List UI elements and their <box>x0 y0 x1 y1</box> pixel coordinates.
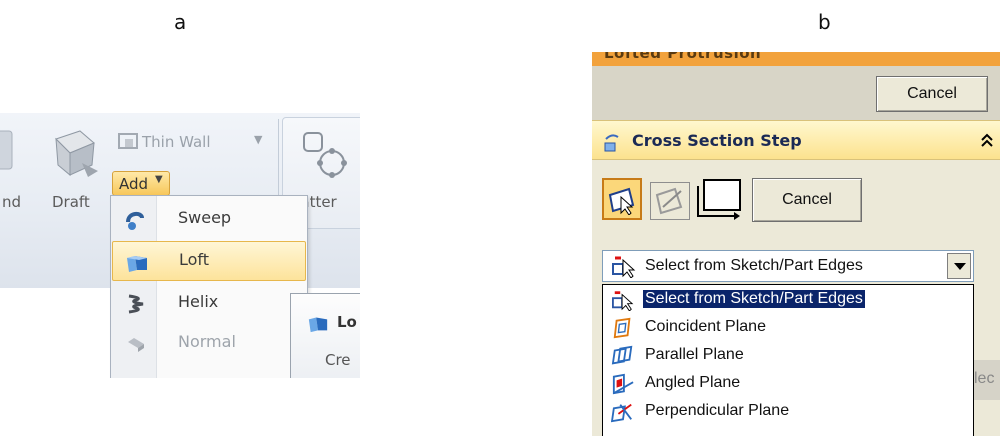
parallel-plane-icon <box>611 345 633 365</box>
pattern-icon[interactable] <box>298 129 356 183</box>
cancel-label: Cancel <box>907 85 957 102</box>
list-item-label: Perpendicular Plane <box>645 402 790 419</box>
draft-label[interactable]: Draft <box>52 193 90 211</box>
loft-dialog: Lofted Protrusion Cancel Cross Section S… <box>592 52 1000 436</box>
menu-item-normal[interactable]: Normal <box>112 324 306 364</box>
thin-wall-icon <box>118 133 138 149</box>
tooltip-title: Lo <box>337 313 357 331</box>
tooltip-body: Cre <box>325 351 351 369</box>
perpendicular-plane-icon <box>611 403 632 423</box>
menu-item-sweep[interactable]: Sweep <box>112 200 306 240</box>
cross-section-type-list: Select from Sketch/Part Edges Coincident… <box>602 284 974 436</box>
step-title: Cross Section Step <box>632 131 802 150</box>
plane-frame-icon <box>697 179 741 220</box>
add-menu: Sweep Loft Helix Normal <box>110 195 308 378</box>
add-button-label: Add <box>119 175 149 193</box>
extrude-icon <box>0 130 13 170</box>
ribbon-panel: nd Draft Thin Wall ▼ Add ▼ Patter Sweep … <box>0 113 360 378</box>
menu-item-loft[interactable]: Loft <box>112 241 306 281</box>
select-dropdown-arrow-icon[interactable] <box>947 253 971 279</box>
list-item[interactable]: Perpendicular Plane <box>603 399 973 425</box>
add-chevron-icon: ▼ <box>155 174 163 185</box>
menu-item-helix[interactable]: Helix <box>112 284 306 324</box>
dialog-title: Lofted Protrusion <box>604 52 762 62</box>
sweep-icon <box>126 211 144 230</box>
partial-select-field[interactable]: lec <box>974 360 1000 400</box>
normal-icon <box>128 338 144 352</box>
top-cancel-button[interactable]: Cancel <box>876 76 988 112</box>
list-item[interactable]: Parallel Plane <box>603 343 973 369</box>
list-item-label: Coincident Plane <box>645 318 766 335</box>
partial-select-label: lec <box>974 370 995 387</box>
step-tool-button-cross-section[interactable] <box>602 178 642 220</box>
draft-icon[interactable] <box>46 127 104 181</box>
list-item-label: Angled Plane <box>645 374 741 391</box>
list-item[interactable]: Select from Sketch/Part Edges <box>603 287 973 313</box>
list-item-label: Parallel Plane <box>645 346 744 363</box>
step-cancel-button[interactable]: Cancel <box>752 178 862 222</box>
dialog-title-bar: Lofted Protrusion <box>592 52 1000 66</box>
step-tool-button-sketch[interactable] <box>650 182 690 220</box>
ribbon-partial-label: nd <box>2 193 22 211</box>
cross-section-step-icon <box>604 134 619 152</box>
add-button[interactable]: Add ▼ <box>112 171 170 196</box>
menu-item-label: Normal <box>178 332 236 351</box>
coincident-plane-icon <box>613 317 631 339</box>
cross-section-type-select[interactable]: Select from Sketch/Part Edges <box>602 250 974 282</box>
list-item[interactable]: Coincident Plane <box>603 315 973 341</box>
list-item[interactable]: Angled Plane <box>603 371 973 397</box>
step-header: Cross Section Step <box>592 120 1000 160</box>
sketch-edges-icon <box>612 291 634 311</box>
thin-wall-chevron-icon[interactable]: ▼ <box>254 133 262 146</box>
cross-section-icon <box>608 187 635 215</box>
loft-icon <box>127 256 147 272</box>
list-item-label: Select from Sketch/Part Edges <box>642 289 866 309</box>
menu-item-label: Loft <box>179 250 210 269</box>
sketch-edges-icon <box>612 256 636 278</box>
collapse-chevron-icon[interactable] <box>980 133 994 149</box>
panel-label-a: a <box>174 10 187 34</box>
menu-item-label: Helix <box>178 292 219 311</box>
panel-label-b: b <box>818 10 831 34</box>
loft-tooltip: Lo Cre <box>290 293 360 378</box>
step-tool-button-plane[interactable] <box>696 178 744 220</box>
cancel-label: Cancel <box>782 191 832 208</box>
select-value: Select from Sketch/Part Edges <box>645 257 863 274</box>
loft-icon <box>308 317 328 333</box>
thin-wall-label[interactable]: Thin Wall <box>142 133 211 151</box>
menu-item-label: Sweep <box>178 208 232 227</box>
sketch-pencil-icon <box>655 187 683 215</box>
angled-plane-icon <box>612 373 634 395</box>
helix-icon <box>128 294 144 314</box>
